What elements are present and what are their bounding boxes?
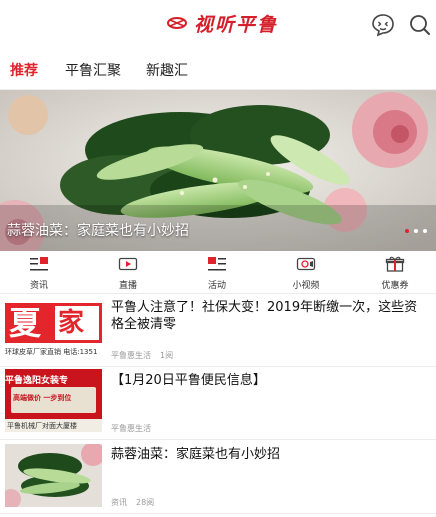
- news-item[interactable]: 蒜蓉油菜：家庭菜也有小妙招 资讯 28阅: [0, 440, 436, 514]
- tab-recommend[interactable]: 推荐: [10, 60, 38, 80]
- quicknav-label: 优惠券: [381, 281, 409, 291]
- news-source: 平鲁惠生活: [111, 424, 151, 433]
- quicknav-coupon[interactable]: 优惠券: [365, 251, 425, 294]
- news-title: 【1月20日平鲁便民信息】: [111, 373, 266, 388]
- news-item[interactable]: 平鲁逸阳女装专 高端做价 一步到位 平鲁机械厂对面大厦楼 【1月20日平鲁便民信…: [0, 367, 436, 440]
- quicknav-activity[interactable]: 活动: [187, 251, 247, 294]
- carousel-dot[interactable]: [423, 229, 427, 233]
- quicknav-label: 小视频: [292, 281, 320, 291]
- logo-icon: [167, 17, 187, 29]
- thumb-caption: 环球皮草厂家直销 电话:1351: [5, 348, 98, 356]
- quicknav-label: 直播: [118, 281, 137, 291]
- news-thumbnail: 夏 家 环球皮草厂家直销 电话:1351: [5, 297, 102, 360]
- news-reads: 1阅: [160, 351, 174, 360]
- quicknav-short-video[interactable]: 小视频: [276, 251, 336, 294]
- news-meta: 平鲁惠生活: [111, 423, 169, 434]
- news-title: 平鲁人注意了！社保大变！2019年断缴一次，这些资格全被清零: [111, 300, 418, 332]
- news-reads: 28阅: [136, 498, 155, 507]
- search-icon[interactable]: [407, 12, 433, 38]
- thumb-text: 夏: [9, 304, 42, 342]
- category-tabs: 推荐 平鲁汇聚 新趣汇: [0, 48, 436, 90]
- quick-nav: 资讯 直播 活动 小视频 优惠券: [0, 251, 436, 294]
- video-camera-icon: [296, 257, 316, 271]
- live-play-icon: [118, 257, 138, 271]
- news-thumbnail: 平鲁逸阳女装专 高端做价 一步到位 平鲁机械厂对面大厦楼: [5, 369, 102, 432]
- activity-icon: [208, 257, 226, 271]
- thumb-text: 平鲁逸阳女装专: [5, 376, 69, 386]
- news-icon: [30, 257, 48, 271]
- news-thumbnail: [5, 444, 102, 507]
- quicknav-label: 资讯: [29, 281, 48, 291]
- app-logo[interactable]: 视听平鲁: [166, 10, 278, 36]
- news-source: 资讯: [111, 498, 127, 507]
- logo-text: 视听平鲁: [194, 13, 279, 36]
- tab-pinglu-huiju[interactable]: 平鲁汇聚: [65, 60, 121, 80]
- thumb-text: 家: [58, 308, 85, 338]
- gift-coupon-icon: [385, 256, 405, 272]
- news-source: 平鲁惠生活: [111, 351, 151, 360]
- news-item[interactable]: 夏 家 环球皮草厂家直销 电话:1351 平鲁人注意了！社保大变！2019年断缴…: [0, 295, 436, 367]
- app-header: 视听平鲁: [0, 0, 436, 48]
- news-meta: 资讯 28阅: [111, 497, 163, 508]
- thumb-caption: 平鲁机械厂对面大厦楼: [7, 422, 77, 430]
- quicknav-news[interactable]: 资讯: [9, 251, 69, 294]
- carousel-dot[interactable]: [414, 229, 418, 233]
- news-title: 蒜蓉油菜：家庭菜也有小妙招: [111, 447, 281, 462]
- carousel-dot-active[interactable]: [405, 229, 409, 233]
- tab-xinquhui[interactable]: 新趣汇: [146, 60, 188, 80]
- thumb-text: 高端做价 一步到位: [13, 394, 72, 402]
- news-meta: 平鲁惠生活 1阅: [111, 350, 182, 361]
- banner-carousel[interactable]: 蒜蓉油菜：家庭菜也有小妙招: [0, 90, 436, 251]
- chat-face-icon[interactable]: [370, 12, 396, 38]
- quicknav-label: 活动: [207, 281, 226, 291]
- quicknav-live[interactable]: 直播: [98, 251, 158, 294]
- banner-caption: 蒜蓉油菜：家庭菜也有小妙招: [7, 223, 189, 239]
